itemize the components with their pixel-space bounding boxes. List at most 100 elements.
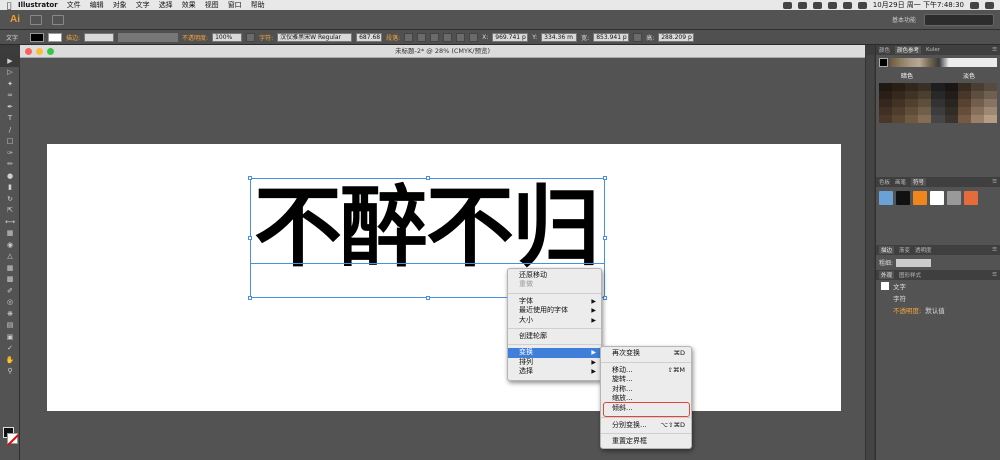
minimize-icon[interactable] (36, 48, 43, 55)
color-guide-swatch[interactable] (983, 99, 997, 107)
perspective-tool-icon[interactable]: △ (0, 251, 20, 263)
color-guide-swatch[interactable] (918, 91, 932, 99)
symbol-item[interactable] (964, 191, 978, 205)
blob-brush-tool-icon[interactable]: ● (0, 170, 20, 182)
color-guide-swatch[interactable] (931, 99, 945, 107)
volume-icon[interactable] (857, 1, 867, 9)
color-guide-swatch[interactable] (879, 83, 893, 91)
menu-file[interactable]: 文件 (67, 0, 81, 10)
handle-mr[interactable] (603, 236, 607, 240)
stroke-weight-field[interactable] (84, 32, 115, 42)
qq-icon[interactable] (797, 1, 807, 9)
pencil-tool-icon[interactable]: ✏ (0, 159, 20, 171)
tab-kuler[interactable]: Kuler (926, 47, 940, 53)
symbol-sprayer-tool-icon[interactable]: ❋ (0, 308, 20, 320)
submenu-reflect[interactable]: 对称... (601, 385, 691, 395)
font-family-field[interactable]: 汉仪雅黑宋W Regular (277, 32, 353, 42)
height-field[interactable]: 288.209 p (658, 32, 695, 42)
symbol-item[interactable] (947, 191, 961, 205)
tab-brushes[interactable]: 画笔 (895, 178, 906, 186)
eraser-tool-icon[interactable]: ▮ (0, 182, 20, 194)
artboard-tool-icon[interactable]: ▣ (0, 331, 20, 343)
color-guide-swatch[interactable] (957, 91, 971, 99)
weight-field[interactable] (896, 258, 932, 267)
font-size-field[interactable]: 687.68 (356, 32, 383, 42)
wechat-icon[interactable] (782, 1, 792, 9)
graph-tool-icon[interactable]: ▤ (0, 320, 20, 332)
search-icon[interactable] (970, 1, 979, 9)
handle-br[interactable] (603, 296, 607, 300)
symbol-item[interactable] (930, 191, 944, 205)
color-guide-swatch[interactable] (905, 115, 919, 123)
color-guide-swatch[interactable] (918, 99, 932, 107)
tab-graphic-styles[interactable]: 图形样式 (899, 271, 921, 279)
menu-effect[interactable]: 效果 (182, 0, 196, 10)
magic-wand-tool-icon[interactable]: ✦ (0, 78, 20, 90)
tab-transparency[interactable]: 透明度 (915, 246, 932, 254)
list-icon[interactable] (985, 1, 994, 9)
width-field[interactable]: 853.941 p (593, 32, 630, 42)
color-guide-swatch[interactable] (892, 83, 906, 91)
menu-view[interactable]: 视图 (205, 0, 219, 10)
rectangle-tool-icon[interactable]: □ (0, 136, 20, 148)
handle-ml[interactable] (248, 236, 252, 240)
color-guide-swatch[interactable] (944, 115, 958, 123)
menu-item-size[interactable]: 大小 ▶ (508, 316, 601, 325)
color-guide-grid[interactable] (879, 83, 997, 123)
color-guide-swatch[interactable] (944, 99, 958, 107)
symbol-item[interactable] (879, 191, 893, 205)
color-guide-swatch[interactable] (892, 107, 906, 115)
color-guide-swatch[interactable] (918, 83, 932, 91)
menu-app-name[interactable]: Illustrator (18, 1, 58, 9)
appearance-opacity-label[interactable]: 不透明度: (893, 305, 921, 315)
menu-edit[interactable]: 编辑 (90, 0, 104, 10)
color-guide-swatch[interactable] (957, 99, 971, 107)
gradient-tool-icon[interactable]: ▩ (0, 274, 20, 286)
y-field[interactable]: 334.36 m (541, 32, 578, 42)
menu-select[interactable]: 选择 (159, 0, 173, 10)
type-tool-icon[interactable]: T (0, 113, 20, 125)
tab-gradient[interactable]: 渐变 (899, 246, 910, 254)
recolor-icon[interactable] (246, 32, 256, 42)
color-guide-swatch[interactable] (944, 83, 958, 91)
color-guide-swatch[interactable] (918, 115, 932, 123)
hand-tool-icon[interactable]: ✋ (0, 354, 20, 366)
zoom-icon[interactable] (47, 48, 54, 55)
color-guide-swatch[interactable] (931, 83, 945, 91)
menu-item-arrange[interactable]: 排列 ▶ (508, 358, 601, 367)
submenu-transform-each[interactable]: 分别变换... ⌥⇧⌘D (601, 421, 691, 431)
color-guide-swatch[interactable] (944, 107, 958, 115)
color-guide-swatch[interactable] (905, 91, 919, 99)
fill-swatch[interactable] (30, 32, 45, 42)
panel-menu-icon[interactable]: ☰ (992, 272, 1000, 278)
color-guide-swatch[interactable] (970, 99, 984, 107)
close-icon[interactable] (25, 48, 32, 55)
tab-stroke[interactable]: 描边 (879, 246, 895, 254)
distribute-icon[interactable] (456, 32, 466, 42)
direct-selection-tool-icon[interactable]: ▷ (0, 67, 20, 79)
arrange-docs-icon[interactable] (52, 14, 64, 25)
menu-item-transform[interactable]: 变换 ▶ (508, 348, 601, 358)
opacity-field[interactable]: 100% (212, 32, 243, 42)
menu-window[interactable]: 窗口 (228, 0, 242, 10)
stroke-label[interactable]: 描边: (66, 33, 80, 42)
color-guide-swatch[interactable] (931, 91, 945, 99)
width-tool-icon[interactable]: ⟷ (0, 216, 20, 228)
handle-tm[interactable] (426, 176, 430, 180)
battery-icon[interactable] (827, 1, 837, 9)
apple-icon[interactable]:  (0, 1, 18, 10)
paragraph-label[interactable]: 段落: (386, 33, 400, 42)
clock[interactable]: 10月29日 周一 下午7:48:30 (873, 0, 964, 10)
symbol-item[interactable] (913, 191, 927, 205)
opacity-label[interactable]: 不透明度: (182, 33, 208, 42)
bridge-icon[interactable] (30, 14, 42, 25)
free-transform-tool-icon[interactable]: ▦ (0, 228, 20, 240)
handle-tl[interactable] (248, 176, 252, 180)
color-guide-swatch[interactable] (879, 115, 893, 123)
color-guide-swatch[interactable] (931, 107, 945, 115)
eyedropper-tool-icon[interactable]: ✐ (0, 285, 20, 297)
menu-type[interactable]: 文字 (136, 0, 150, 10)
color-guide-swatch[interactable] (957, 115, 971, 123)
help-search-input[interactable] (924, 13, 994, 26)
color-guide-swatch[interactable] (879, 91, 893, 99)
